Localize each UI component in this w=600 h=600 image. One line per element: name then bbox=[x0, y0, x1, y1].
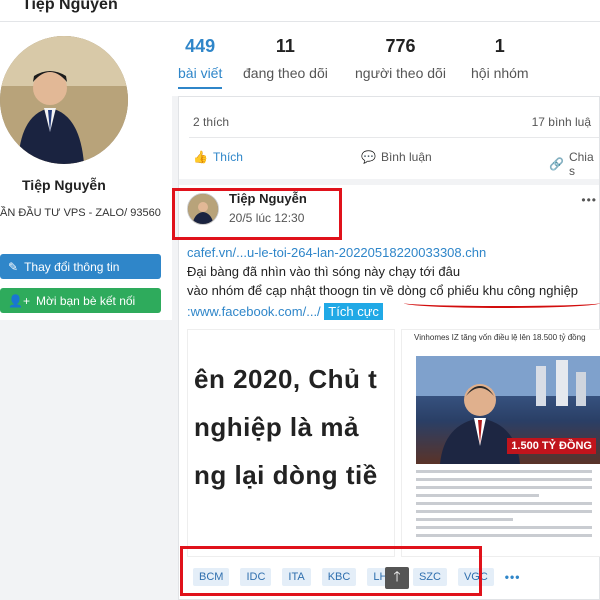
image-article-text bbox=[416, 470, 592, 542]
divider bbox=[189, 137, 599, 138]
posts-count: 449 bbox=[185, 36, 216, 56]
post-text-plain: vào nhóm để cạp nhật thoogn tin về dòng bbox=[187, 283, 430, 298]
post-more-options-icon[interactable]: ••• bbox=[581, 193, 597, 207]
annotation-underline bbox=[404, 298, 600, 308]
avatar[interactable] bbox=[0, 36, 128, 164]
post-content: cafef.vn/...u-le-toi-264-lan-20220518220… bbox=[187, 243, 599, 321]
pencil-icon: ✎ bbox=[8, 259, 19, 274]
post-hashtag-kcn[interactable]: cổ phiếu khu công nghiệp bbox=[430, 283, 578, 298]
image-text-line: ng lại dòng tiề bbox=[194, 460, 378, 490]
post-card: 2 thích 17 bình luậ 👍 Thích 💬 Bình luận … bbox=[178, 96, 600, 600]
likes-count[interactable]: 2 thích bbox=[193, 115, 229, 129]
followers-count: 776 bbox=[385, 36, 416, 56]
post-link-cafef[interactable]: cafef.vn/...u-le-toi-264-lan-20220518220… bbox=[187, 243, 599, 262]
profile-stats: 449 bài viết 11 đang theo dõi 776 người … bbox=[172, 22, 600, 96]
sentiment-tag[interactable]: Tích cực bbox=[324, 303, 383, 320]
post-actions: 👍 Thích 💬 Bình luận 🔗 Chia s bbox=[179, 147, 599, 178]
post-image-left[interactable]: ên 2020, Chủ t nghiệp là mả ng lại dòng … bbox=[187, 329, 395, 557]
tab-followers[interactable]: 776 người theo dõi bbox=[355, 36, 446, 81]
image-text-line: nghiệp là mả bbox=[194, 412, 359, 442]
groups-count: 1 bbox=[494, 36, 505, 56]
comment-label: Bình luận bbox=[380, 150, 432, 164]
profile-name: Tiệp Nguyễn bbox=[22, 177, 106, 193]
tab-following[interactable]: 11 đang theo dõi bbox=[243, 36, 328, 81]
profile-header: Tiệp Nguyễn bbox=[0, 0, 600, 22]
invite-friends-label: Mời bạn bè kết nối bbox=[35, 293, 136, 308]
tab-groups[interactable]: 1 hội nhóm bbox=[471, 36, 529, 81]
invite-friends-button[interactable]: 👤+ Mời bạn bè kết nối bbox=[0, 288, 161, 313]
annotation-box-stocks bbox=[180, 546, 482, 596]
avatar-photo bbox=[0, 36, 128, 164]
post-text-line-1: Đại bàng đã nhìn vào thì sóng này chạy t… bbox=[187, 264, 461, 279]
share-label: Chia s bbox=[568, 150, 594, 178]
image-banner: 1.500 TỶ ĐỒNG bbox=[507, 438, 596, 454]
link-icon: 🔗 bbox=[549, 157, 564, 171]
header-name: Tiệp Nguyễn bbox=[22, 0, 118, 13]
annotation-box-author bbox=[172, 188, 342, 240]
image-text-line: ên 2020, Chủ t bbox=[194, 364, 378, 394]
following-count: 11 bbox=[275, 36, 295, 56]
more-stocks-icon[interactable]: ••• bbox=[505, 570, 521, 584]
edit-profile-button[interactable]: ✎ Thay đổi thông tin bbox=[0, 254, 161, 279]
post-summary: 2 thích 17 bình luậ bbox=[193, 115, 599, 129]
comment-button[interactable]: 💬 Bình luận bbox=[361, 150, 432, 164]
post-image-right[interactable]: Vinhomes IZ tăng vốn điều lệ lên 18.500 … bbox=[401, 329, 600, 557]
profile-sidebar: Tiệp Nguyễn ẦN ĐẦU TƯ VPS - ZALO/ 93560 … bbox=[0, 22, 172, 600]
edit-profile-label: Thay đổi thông tin bbox=[24, 259, 120, 274]
profile-card: Tiệp Nguyễn ẦN ĐẦU TƯ VPS - ZALO/ 93560 … bbox=[0, 22, 172, 320]
profile-bio: ẦN ĐẦU TƯ VPS - ZALO/ 93560 bbox=[0, 207, 161, 219]
following-label: đang theo dõi bbox=[243, 65, 328, 81]
image-photo: 1.500 TỶ ĐỒNG bbox=[416, 356, 600, 464]
groups-label: hội nhóm bbox=[471, 65, 529, 81]
image-headline: Vinhomes IZ tăng vốn điều lệ lên 18.500 … bbox=[414, 333, 586, 342]
like-button[interactable]: 👍 Thích bbox=[193, 150, 243, 164]
post-link-facebook[interactable]: :www.facebook.com/.../ bbox=[187, 304, 321, 319]
comment-icon: 💬 bbox=[361, 150, 376, 164]
like-label: Thích bbox=[212, 150, 243, 164]
comments-count[interactable]: 17 bình luậ bbox=[532, 115, 591, 129]
section-gap bbox=[179, 179, 599, 185]
add-user-icon: 👤+ bbox=[8, 293, 30, 308]
share-button[interactable]: 🔗 Chia s bbox=[549, 150, 599, 178]
posts-label: bài viết bbox=[178, 65, 223, 81]
tab-posts[interactable]: 449 bài viết bbox=[178, 36, 223, 89]
followers-label: người theo dõi bbox=[355, 65, 446, 81]
thumbs-up-icon: 👍 bbox=[193, 150, 208, 164]
